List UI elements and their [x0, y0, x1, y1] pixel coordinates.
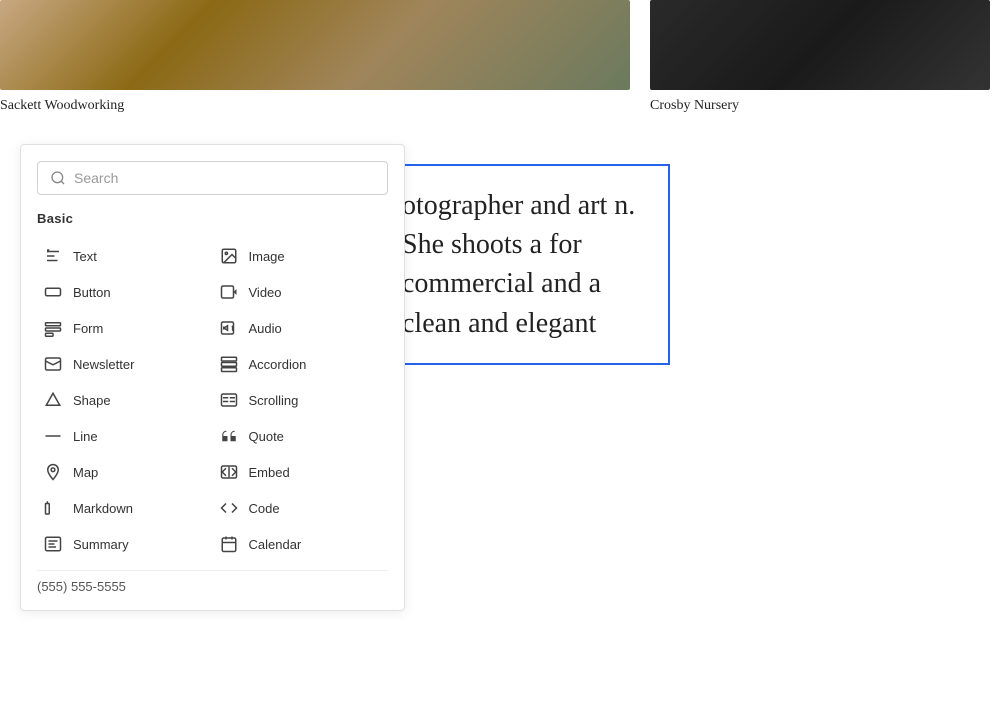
- line-icon: [43, 426, 63, 446]
- block-item-markdown[interactable]: Markdown: [37, 490, 213, 526]
- shape-icon: [43, 390, 63, 410]
- block-label-image: Image: [249, 249, 285, 264]
- search-input[interactable]: [74, 170, 375, 186]
- blocks-grid: Text Image: [37, 238, 388, 562]
- accordion-icon: [219, 354, 239, 374]
- block-label-calendar: Calendar: [249, 537, 302, 552]
- block-item-video[interactable]: Video: [213, 274, 389, 310]
- block-label-audio: Audio: [249, 321, 282, 336]
- block-label-accordion: Accordion: [249, 357, 307, 372]
- block-item-audio[interactable]: Audio: [213, 310, 389, 346]
- text-icon: [43, 246, 63, 266]
- quote-icon: [219, 426, 239, 446]
- map-icon: [43, 462, 63, 482]
- block-item-quote[interactable]: Quote: [213, 418, 389, 454]
- block-item-code[interactable]: Code: [213, 490, 389, 526]
- block-picker-panel: Basic Text: [20, 144, 405, 611]
- scrolling-icon: [219, 390, 239, 410]
- gallery-item-left: Sackett Woodworking: [0, 0, 630, 114]
- gallery-label-right: Crosby Nursery: [650, 98, 990, 114]
- block-item-summary[interactable]: Summary: [37, 526, 213, 562]
- block-item-shape[interactable]: Shape: [37, 382, 213, 418]
- block-item-newsletter[interactable]: Newsletter: [37, 346, 213, 382]
- block-item-image[interactable]: Image: [213, 238, 389, 274]
- image-icon: [219, 246, 239, 266]
- content-area: otographer and art n. She shoots a for c…: [390, 144, 1000, 544]
- block-item-map[interactable]: Map: [37, 454, 213, 490]
- search-bar[interactable]: [37, 161, 388, 195]
- block-item-calendar[interactable]: Calendar: [213, 526, 389, 562]
- block-item-accordion[interactable]: Accordion: [213, 346, 389, 382]
- video-icon: [219, 282, 239, 302]
- gallery-item-right: Crosby Nursery: [650, 0, 990, 114]
- block-label-video: Video: [249, 285, 282, 300]
- footer-phone: (555) 555-5555: [37, 579, 126, 594]
- calendar-icon: [219, 534, 239, 554]
- block-label-code: Code: [249, 501, 280, 516]
- block-label-quote: Quote: [249, 429, 284, 444]
- block-label-text: Text: [73, 249, 97, 264]
- text-content: otographer and art n. She shoots a for c…: [402, 190, 635, 339]
- code-icon: [219, 498, 239, 518]
- block-item-scrolling[interactable]: Scrolling: [213, 382, 389, 418]
- block-label-newsletter: Newsletter: [73, 357, 134, 372]
- gallery-image-left: [0, 0, 630, 90]
- embed-icon: [219, 462, 239, 482]
- text-block[interactable]: otographer and art n. She shoots a for c…: [380, 164, 670, 365]
- block-item-button[interactable]: Button: [37, 274, 213, 310]
- gallery-section: Sackett Woodworking Crosby Nursery: [0, 0, 1000, 134]
- markdown-icon: [43, 498, 63, 518]
- block-label-scrolling: Scrolling: [249, 393, 299, 408]
- block-item-embed[interactable]: Embed: [213, 454, 389, 490]
- block-label-shape: Shape: [73, 393, 111, 408]
- audio-icon: [219, 318, 239, 338]
- block-label-button: Button: [73, 285, 111, 300]
- block-item-text[interactable]: Text: [37, 238, 213, 274]
- search-icon: [50, 170, 66, 186]
- block-item-form[interactable]: Form: [37, 310, 213, 346]
- block-label-form: Form: [73, 321, 103, 336]
- block-label-map: Map: [73, 465, 98, 480]
- summary-icon: [43, 534, 63, 554]
- block-label-markdown: Markdown: [73, 501, 133, 516]
- picker-footer: (555) 555-5555: [37, 570, 388, 594]
- block-label-summary: Summary: [73, 537, 129, 552]
- form-icon: [43, 318, 63, 338]
- section-header: Basic: [37, 211, 388, 226]
- block-item-line[interactable]: Line: [37, 418, 213, 454]
- block-label-line: Line: [73, 429, 98, 444]
- gallery-image-right: [650, 0, 990, 90]
- newsletter-icon: [43, 354, 63, 374]
- button-icon: [43, 282, 63, 302]
- block-label-embed: Embed: [249, 465, 290, 480]
- gallery-label-left: Sackett Woodworking: [0, 98, 630, 114]
